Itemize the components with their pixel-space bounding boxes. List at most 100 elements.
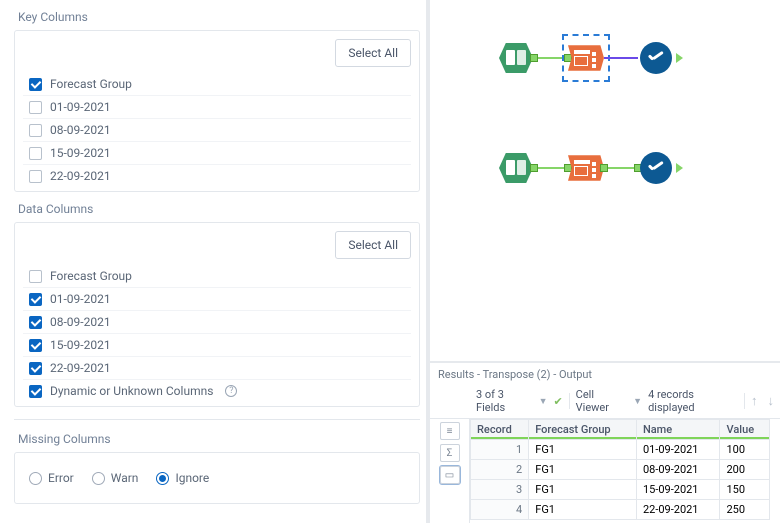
grid-view-icon[interactable]: ▭ (440, 466, 460, 484)
cell-group: FG1 (529, 460, 637, 480)
missing-radio-ignore[interactable]: Ignore (156, 471, 209, 485)
radio-label: Error (48, 471, 74, 485)
select-all-data-button[interactable]: Select All (335, 231, 411, 259)
input-tool-node-1[interactable] (498, 40, 534, 76)
col-value[interactable]: Value (720, 420, 770, 440)
key-item-label: 08-09-2021 (50, 123, 111, 137)
connector (534, 167, 568, 169)
radio-icon[interactable] (29, 472, 42, 485)
key-item-row[interactable]: 22-09-2021 (23, 164, 411, 187)
browse-tool-node-1[interactable] (638, 40, 674, 76)
data-item-row[interactable]: Forecast Group (23, 265, 411, 287)
table-row[interactable]: 2FG108-09-2021200 (471, 460, 770, 480)
missing-columns-title: Missing Columns (18, 432, 420, 446)
check-icon (640, 152, 672, 184)
data-columns-list: Forecast Group 01-09-2021 08-09-2021 15-09-… (23, 265, 411, 402)
data-columns-title: Data Columns (18, 202, 420, 216)
checkbox[interactable] (29, 293, 42, 306)
fields-count[interactable]: 3 of 3 Fields (476, 388, 533, 414)
move-up-icon[interactable]: ↑ (751, 393, 758, 409)
cell-record: 3 (471, 480, 529, 500)
col-group[interactable]: Forecast Group (529, 420, 637, 440)
move-down-icon[interactable]: ↓ (768, 393, 775, 409)
select-all-key-button[interactable]: Select All (335, 39, 411, 67)
cell-record: 1 (471, 440, 529, 460)
transpose-icon (568, 42, 604, 74)
cell-viewer-dropdown[interactable]: Cell Viewer (576, 388, 627, 414)
data-item-label: Dynamic or Unknown Columns (50, 384, 213, 398)
divider (14, 419, 420, 420)
missing-radio-error[interactable]: Error (29, 471, 74, 485)
checkbox[interactable] (29, 316, 42, 329)
checkbox[interactable] (29, 170, 42, 183)
cell-record: 2 (471, 460, 529, 480)
data-item-row[interactable]: 15-09-2021 (23, 333, 411, 356)
info-icon[interactable]: ? (225, 385, 237, 397)
key-item-label: 15-09-2021 (50, 146, 111, 160)
book-icon (499, 43, 533, 73)
cell-group: FG1 (529, 500, 637, 520)
checkbox[interactable] (29, 101, 42, 114)
transpose-tool-node-1[interactable] (568, 40, 604, 76)
cell-group: FG1 (529, 480, 637, 500)
key-item-row[interactable]: 15-09-2021 (23, 141, 411, 164)
check-icon: ✔ (553, 395, 562, 408)
cell-group: FG1 (529, 440, 637, 460)
checkbox[interactable] (29, 385, 42, 398)
radio-icon[interactable] (92, 472, 105, 485)
key-item-row[interactable]: 01-09-2021 (23, 95, 411, 118)
cell-value: 200 (720, 460, 770, 480)
right-pane: Results - Transpose (2) - Output 3 of 3 … (430, 0, 780, 523)
checkbox[interactable] (29, 339, 42, 352)
key-columns-panel: Select All Forecast Group01-09-2021 08-09… (14, 30, 420, 192)
divider (569, 393, 570, 409)
key-item-label: 22-09-2021 (50, 169, 111, 183)
data-item-row[interactable]: 08-09-2021 (23, 310, 411, 333)
data-item-row[interactable]: Dynamic or Unknown Columns? (23, 379, 411, 402)
results-toolbar: 3 of 3 Fields ▼ ✔ Cell Viewer ▼ 4 record… (430, 386, 780, 419)
chevron-down-icon[interactable]: ▼ (539, 396, 548, 407)
sum-icon[interactable]: Σ (440, 444, 460, 462)
chevron-down-icon[interactable]: ▼ (633, 396, 642, 407)
radio-icon[interactable] (156, 472, 169, 485)
radio-label: Warn (111, 471, 139, 485)
checkbox[interactable] (29, 362, 42, 375)
data-item-label: Forecast Group (50, 269, 132, 283)
book-icon (499, 153, 533, 183)
data-item-row[interactable]: 22-09-2021 (23, 356, 411, 379)
missing-radio-group: Error Warn Ignore (23, 461, 411, 499)
connector (534, 57, 568, 59)
results-panel: Results - Transpose (2) - Output 3 of 3 … (430, 361, 780, 523)
key-item-row[interactable]: 08-09-2021 (23, 118, 411, 141)
workflow-canvas[interactable] (430, 0, 780, 361)
cell-value: 150 (720, 480, 770, 500)
col-record[interactable]: Record (471, 420, 529, 440)
checkbox[interactable] (29, 270, 42, 283)
check-icon (640, 42, 672, 74)
table-row[interactable]: 4FG122-09-2021250 (471, 500, 770, 520)
data-item-label: 01-09-2021 (50, 292, 111, 306)
config-panel: Key Columns Select All Forecast Group01-… (0, 0, 430, 523)
table-row[interactable]: 3FG115-09-2021150 (471, 480, 770, 500)
results-title: Results - Transpose (2) - Output (430, 363, 780, 386)
cell-record: 4 (471, 500, 529, 520)
key-item-row[interactable]: Forecast Group (23, 73, 411, 95)
checkbox[interactable] (29, 124, 42, 137)
radio-label: Ignore (175, 471, 209, 485)
transpose-tool-node-2[interactable] (568, 150, 604, 186)
data-item-label: 22-09-2021 (50, 361, 111, 375)
cell-value: 250 (720, 500, 770, 520)
checkbox[interactable] (29, 78, 42, 91)
col-name[interactable]: Name (636, 420, 720, 440)
list-view-icon[interactable]: ≡ (440, 422, 460, 440)
missing-radio-warn[interactable]: Warn (92, 471, 139, 485)
browse-tool-node-2[interactable] (638, 150, 674, 186)
data-item-row[interactable]: 01-09-2021 (23, 287, 411, 310)
data-columns-panel: Select All Forecast Group 01-09-2021 08-09… (14, 222, 420, 407)
checkbox[interactable] (29, 147, 42, 160)
cell-name: 15-09-2021 (636, 480, 720, 500)
table-row[interactable]: 1FG101-09-2021100 (471, 440, 770, 460)
input-tool-node-2[interactable] (498, 150, 534, 186)
data-item-label: 15-09-2021 (50, 338, 111, 352)
data-item-label: 08-09-2021 (50, 315, 111, 329)
